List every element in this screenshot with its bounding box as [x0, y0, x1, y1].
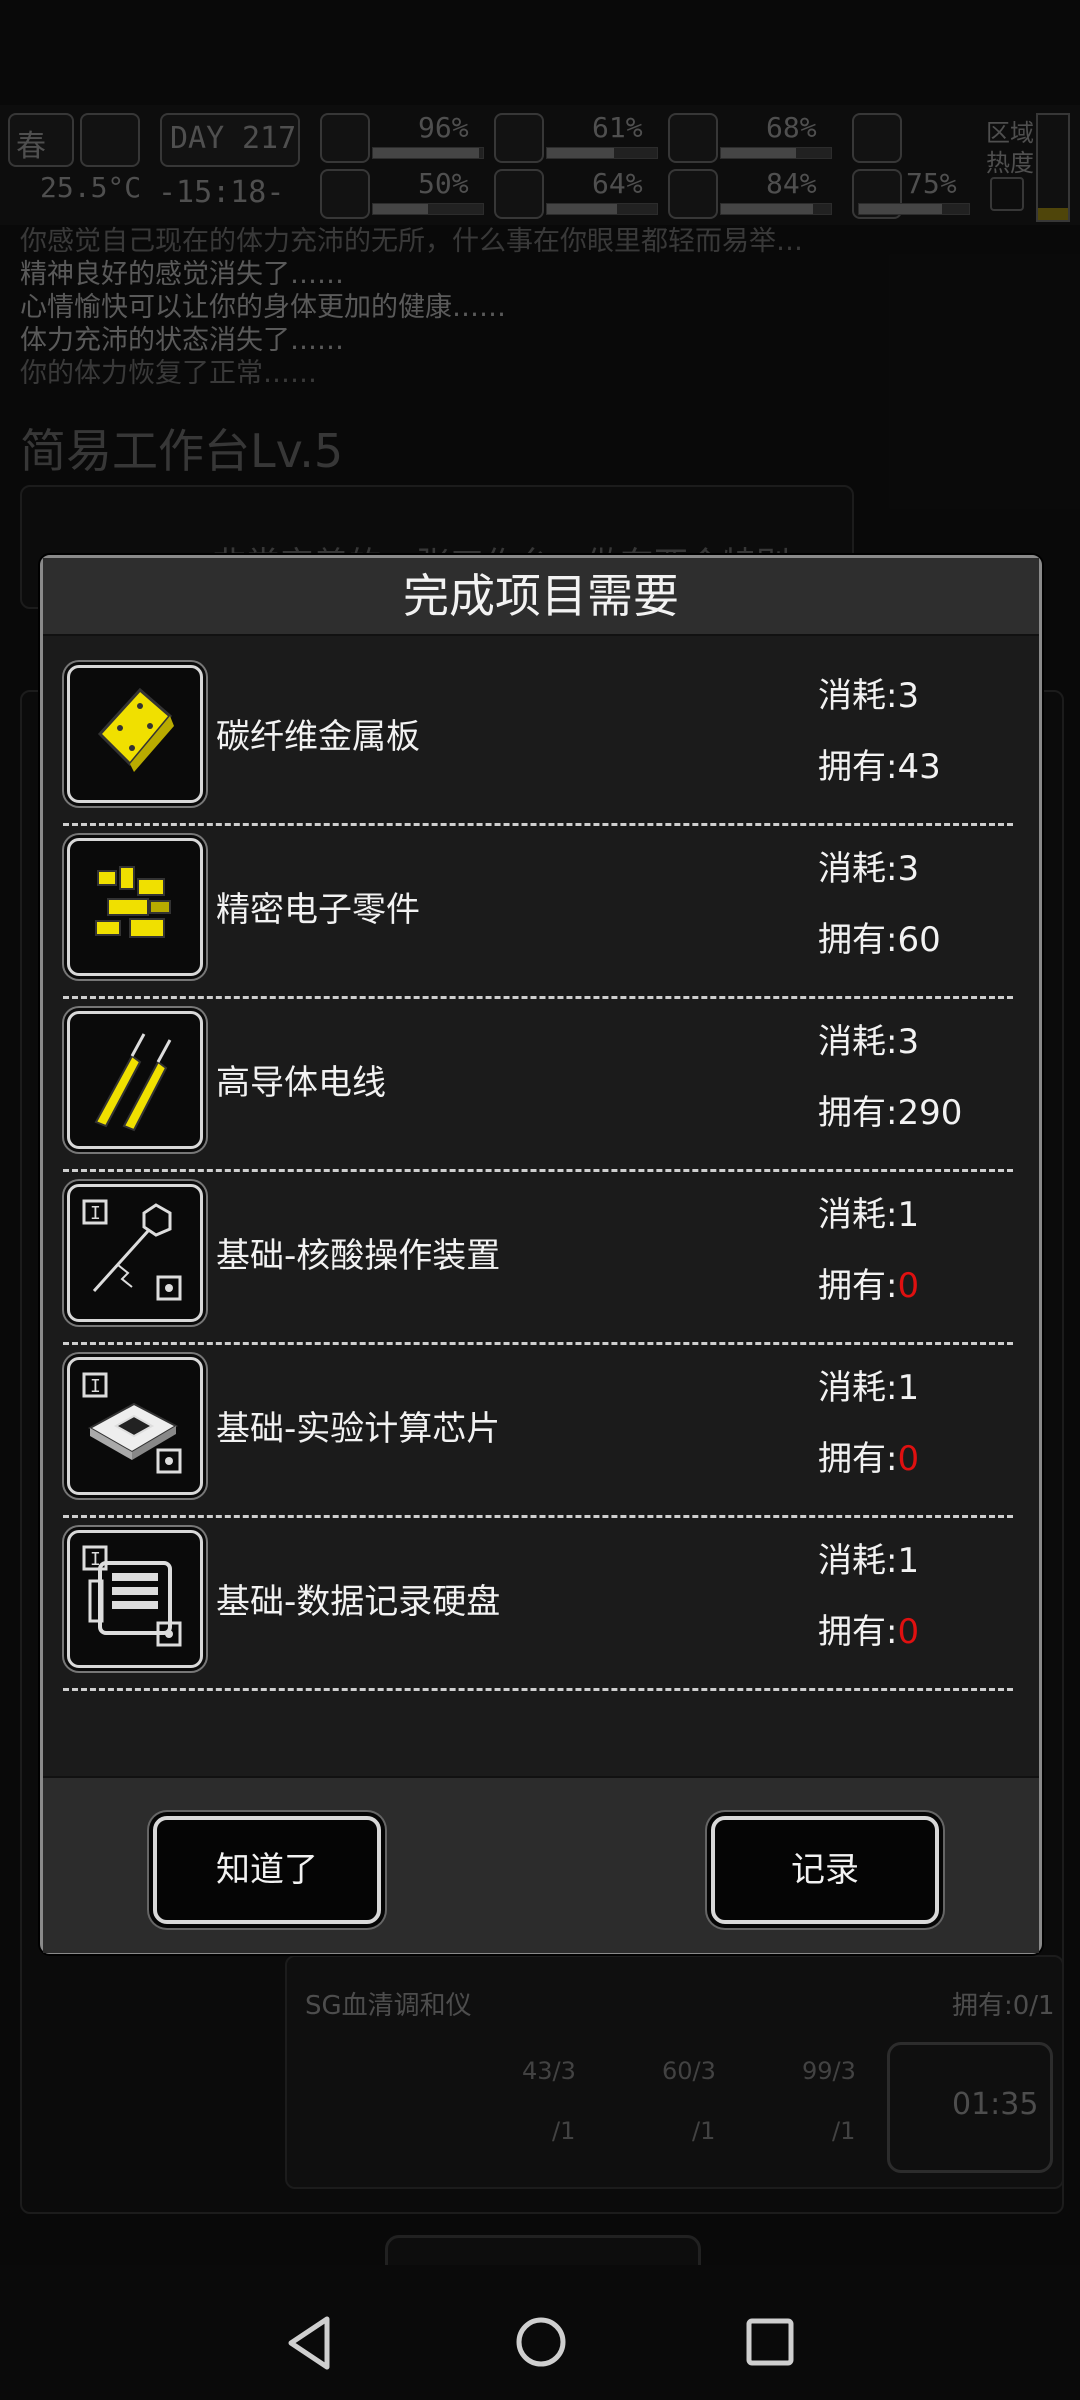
- item-consume: 消耗:3: [818, 676, 920, 716]
- back-icon[interactable]: [285, 2315, 335, 2371]
- system-nav-bar: [0, 2265, 1080, 2400]
- item-consume: 消耗:1: [818, 1541, 920, 1581]
- wire-icon: [67, 1011, 203, 1149]
- item-consume: 消耗:1: [818, 1368, 920, 1408]
- item-owned-label: 拥有:: [818, 1266, 898, 1306]
- item-name: 基础-数据记录硬盘: [216, 1582, 501, 1622]
- item-owned-label: 拥有:: [818, 1439, 898, 1479]
- item-owned: 拥有:43: [818, 739, 941, 788]
- metal-plate-icon: [67, 665, 203, 803]
- item-owned-value: 60: [897, 920, 941, 960]
- item-name: 碳纤维金属板: [216, 717, 420, 757]
- item-owned: 拥有:0: [818, 1258, 919, 1307]
- list-item: I 基础-核酸操作装置 消耗:1 拥有:0: [63, 1172, 1013, 1345]
- dialog-footer: 知道了 记录: [43, 1776, 1039, 1953]
- requirements-list: 碳纤维金属板 消耗:3 拥有:43 精密电子零件 消耗:3 拥有:60 高导体电…: [63, 653, 1013, 1691]
- item-owned-value: 0: [897, 1266, 920, 1306]
- list-item: 精密电子零件 消耗:3 拥有:60: [63, 826, 1013, 999]
- ok-button[interactable]: 知道了: [153, 1816, 381, 1924]
- item-owned-value: 290: [897, 1093, 963, 1133]
- list-item: I 基础-数据记录硬盘 消耗:1 拥有:0: [63, 1518, 1013, 1691]
- dialog-title: 完成项目需要: [43, 558, 1039, 636]
- item-owned-label: 拥有:: [818, 1612, 898, 1652]
- item-owned-label: 拥有:: [818, 920, 898, 960]
- item-owned-value: 0: [897, 1439, 920, 1479]
- item-owned: 拥有:60: [818, 912, 941, 961]
- item-owned: 拥有:0: [818, 1431, 919, 1480]
- item-consume: 消耗:1: [818, 1195, 920, 1235]
- item-owned-value: 0: [897, 1612, 920, 1652]
- svg-text:I: I: [90, 1376, 101, 1397]
- item-name: 基础-实验计算芯片: [216, 1409, 501, 1449]
- item-owned-value: 43: [897, 747, 941, 787]
- hard-disk-icon: I: [67, 1530, 203, 1668]
- item-name: 基础-核酸操作装置: [216, 1236, 501, 1276]
- nucleic-device-icon: I: [67, 1184, 203, 1322]
- recents-icon[interactable]: [745, 2317, 795, 2367]
- item-owned: 拥有:290: [818, 1085, 962, 1134]
- list-item: 高导体电线 消耗:3 拥有:290: [63, 999, 1013, 1172]
- item-consume: 消耗:3: [818, 849, 920, 889]
- list-item: I 基础-实验计算芯片 消耗:1 拥有:0: [63, 1345, 1013, 1518]
- home-icon[interactable]: [514, 2315, 568, 2369]
- requirements-dialog: 完成项目需要 碳纤维金属板 消耗:3 拥有:43 精密电子零件 消耗:3 拥有:…: [40, 555, 1042, 1954]
- item-owned-label: 拥有:: [818, 1093, 898, 1133]
- item-consume: 消耗:3: [818, 1022, 920, 1062]
- electronic-parts-icon: [67, 838, 203, 976]
- item-name: 高导体电线: [216, 1063, 386, 1103]
- record-button[interactable]: 记录: [711, 1816, 939, 1924]
- item-name: 精密电子零件: [216, 890, 420, 930]
- item-owned-label: 拥有:: [818, 747, 898, 787]
- list-item: 碳纤维金属板 消耗:3 拥有:43: [63, 653, 1013, 826]
- svg-text:I: I: [90, 1203, 101, 1224]
- chip-icon: I: [67, 1357, 203, 1495]
- item-owned: 拥有:0: [818, 1604, 919, 1653]
